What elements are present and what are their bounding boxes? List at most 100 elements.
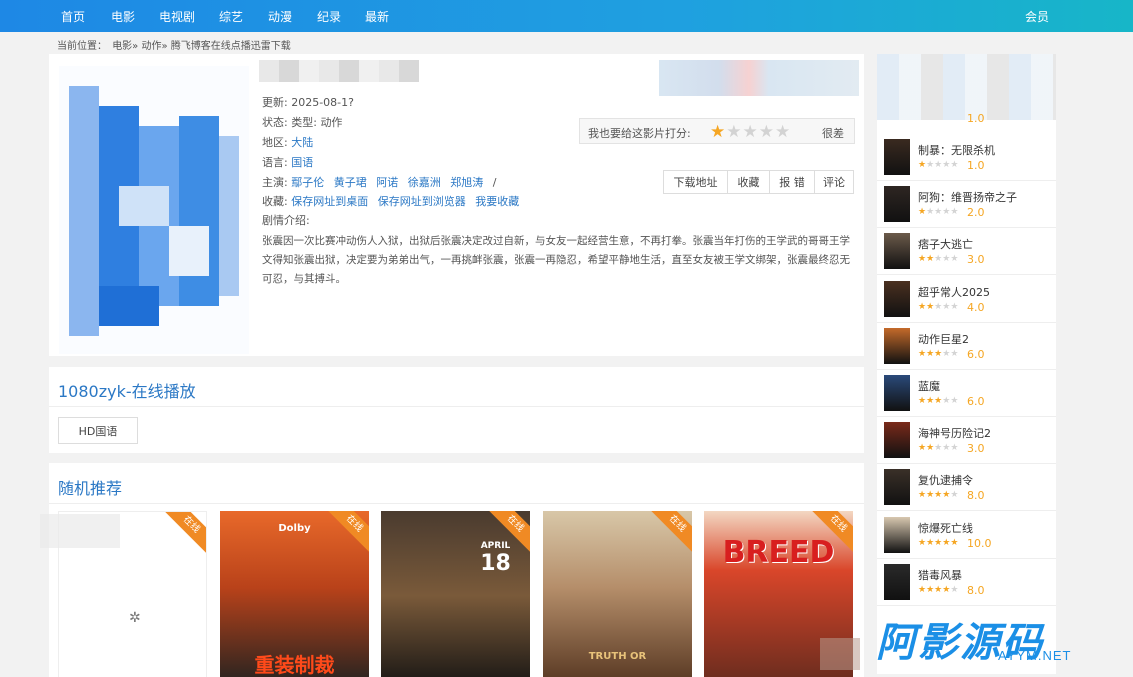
ranking-item[interactable]: 痞子大逃亡 ★★★★★ 3.0	[877, 228, 1056, 276]
region-label: 地区:	[262, 136, 288, 149]
ranking-score: 1.0	[967, 159, 985, 172]
ranking-thumbnail[interactable]	[884, 375, 910, 411]
ranking-item[interactable]: 惊爆死亡线 ★★★★★ 10.0	[877, 512, 1056, 559]
rating-label: 我也要给这影片打分:	[588, 127, 691, 140]
breadcrumb: 当前位置： 电影» 动作» 腾飞博客在线点播迅雷下载	[57, 37, 293, 52]
cast-link[interactable]: 徐嘉洲	[408, 176, 441, 189]
star-icon: ★	[918, 348, 927, 359]
rating-stars[interactable]: ★★★★★	[710, 122, 791, 142]
recommend-card[interactable]: TRUTH OR 在线	[543, 511, 692, 677]
online-badge: 在线	[648, 511, 692, 553]
comment-button[interactable]: 评论	[814, 170, 854, 194]
nav-anime[interactable]: 动漫	[268, 8, 292, 25]
ranking-title[interactable]: 痞子大逃亡	[918, 236, 973, 252]
play-source-title: 1080zyk-在线播放	[58, 382, 196, 401]
ranking-item[interactable]: 制暴：无限杀机 ★★★★★ 1.0	[877, 134, 1056, 181]
update-line: 更新: 2025-08-1?	[262, 94, 354, 110]
poster-text: TRUTH OR	[588, 651, 647, 662]
ranking-title[interactable]: 海神号历险记2	[918, 425, 991, 441]
ranking-thumbnail[interactable]	[884, 186, 910, 223]
star-icon: ★	[918, 537, 927, 548]
ranking-item[interactable]: 蓝魔 ★★★★★ 6.0	[877, 370, 1056, 417]
ranking-title[interactable]: 复仇逮捕令	[918, 472, 973, 488]
report-error-button[interactable]: 报 错	[769, 170, 815, 194]
ranking-title[interactable]: 动作巨星2	[918, 331, 969, 347]
ranking-stars: ★★★★★	[918, 160, 958, 170]
ranking-thumbnail[interactable]	[884, 233, 910, 270]
ranking-title[interactable]: 阿狗：维晋扬帝之子	[918, 189, 1017, 205]
ranking-thumbnail[interactable]	[884, 422, 910, 459]
save-to-desktop-link[interactable]: 保存网址到桌面	[291, 195, 368, 208]
ranking-thumbnail[interactable]	[884, 280, 910, 317]
rating-star-icon[interactable]: ★	[710, 122, 726, 142]
member-link[interactable]: 会员	[1025, 8, 1049, 25]
recommend-card[interactable]: Dolby 重装制裁 在线	[220, 511, 369, 677]
language-line: 语言: 国语	[262, 154, 319, 170]
episode-button[interactable]: HD国语	[58, 417, 138, 444]
ranking-score: 8.0	[967, 583, 985, 597]
ranking-item[interactable]: 动作巨星2 ★★★★★ 6.0	[877, 323, 1056, 370]
random-title: 随机推荐	[58, 479, 123, 498]
movie-detail-panel: 更新: 2025-08-1? 状态: 类型: 动作 地区: 大陆 语言: 国语 …	[49, 54, 864, 356]
star-icon: ★	[918, 584, 927, 595]
download-button[interactable]: 下载地址	[663, 170, 728, 194]
ranking-item[interactable]: 超乎常人2025 ★★★★★ 4.0	[877, 276, 1056, 323]
save-to-browser-link[interactable]: 保存网址到浏览器	[378, 195, 466, 208]
ranking-thumbnail[interactable]	[884, 563, 910, 600]
ranking-score: 4.0	[967, 300, 985, 314]
rating-star-icon[interactable]: ★	[775, 122, 791, 142]
nav-latest[interactable]: 最新	[365, 8, 389, 25]
breadcrumb-path[interactable]: 电影» 动作» 腾飞博客在线点播迅雷下载	[112, 41, 291, 52]
favorite-button[interactable]: 收藏	[727, 170, 770, 194]
ranking-thumbnail[interactable]	[884, 139, 910, 175]
ranking-stars: ★★★★★	[918, 538, 958, 548]
recommend-card[interactable]: APRIL 18 在线	[381, 511, 530, 677]
star-icon: ★	[926, 301, 935, 312]
nav-variety[interactable]: 综艺	[219, 8, 243, 25]
ranking-thumbnail[interactable]	[884, 516, 910, 553]
star-icon: ★	[926, 254, 935, 265]
ranking-score: 3.0	[967, 253, 985, 267]
rating-star-icon[interactable]: ★	[743, 122, 759, 142]
rating-star-icon[interactable]: ★	[726, 122, 742, 142]
star-icon: ★	[926, 537, 935, 548]
cast-link[interactable]: 郑旭涛	[450, 176, 483, 189]
ranking-score: 8.0	[967, 489, 985, 503]
cast-line: 主演: 鄢子伦 黄子珺 阿诺 徐嘉洲 郑旭涛 /	[262, 174, 496, 190]
ranking-title[interactable]: 制暴：无限杀机	[918, 142, 995, 158]
cast-link[interactable]: 黄子珺	[334, 176, 367, 189]
star-icon: ★	[926, 443, 935, 454]
star-icon: ★	[918, 301, 927, 312]
nav-documentary[interactable]: 纪录	[317, 8, 341, 25]
ranking-stars: ★★★★★	[918, 302, 958, 312]
ranking-title[interactable]: 超乎常人2025	[918, 284, 990, 300]
star-icon: ★	[950, 396, 959, 406]
region-link[interactable]: 大陆	[291, 136, 313, 149]
breadcrumb-prefix: 当前位置：	[57, 41, 107, 52]
nav-home[interactable]: 首页	[61, 8, 85, 25]
ranking-score: 6.0	[967, 395, 985, 408]
ranking-title[interactable]: 蓝魔	[918, 378, 940, 394]
sidebar-ranking: 1.0 制暴：无限杀机 ★★★★★ 1.0 阿狗：维晋扬帝之子 ★★★★★ 2.0 痞子大逃…	[877, 54, 1056, 674]
ranking-title[interactable]: 惊爆死亡线	[918, 520, 973, 536]
ranking-item[interactable]: 海神号历险记2 ★★★★★ 3.0	[877, 417, 1056, 465]
update-value: 2025-08-1?	[291, 96, 354, 109]
ranking-item[interactable]: 猎毒风暴 ★★★★★ 8.0	[877, 559, 1056, 606]
ranking-thumbnail[interactable]	[884, 469, 910, 506]
type-label: 类型:	[291, 116, 317, 129]
language-link[interactable]: 国语	[291, 156, 313, 169]
ranking-stars: ★★★★★	[918, 490, 958, 500]
ranking-item[interactable]: 阿狗：维晋扬帝之子 ★★★★★ 2.0	[877, 181, 1056, 229]
nav-movie[interactable]: 电影	[111, 8, 135, 25]
nav-tv[interactable]: 电视剧	[159, 8, 195, 25]
cast-link[interactable]: 鄢子伦	[291, 176, 324, 189]
type-value: 动作	[320, 116, 343, 129]
ranking-item[interactable]: 复仇逮捕令 ★★★★★ 8.0	[877, 464, 1056, 512]
add-favorite-link[interactable]: 我要收藏	[475, 195, 519, 208]
ranking-thumbnail[interactable]	[884, 327, 910, 364]
rating-star-icon[interactable]: ★	[759, 122, 775, 142]
ranking-title[interactable]: 猎毒风暴	[918, 567, 962, 583]
star-icon: ★	[926, 348, 935, 359]
cast-link[interactable]: 阿诺	[376, 176, 398, 189]
star-icon: ★	[926, 396, 935, 406]
